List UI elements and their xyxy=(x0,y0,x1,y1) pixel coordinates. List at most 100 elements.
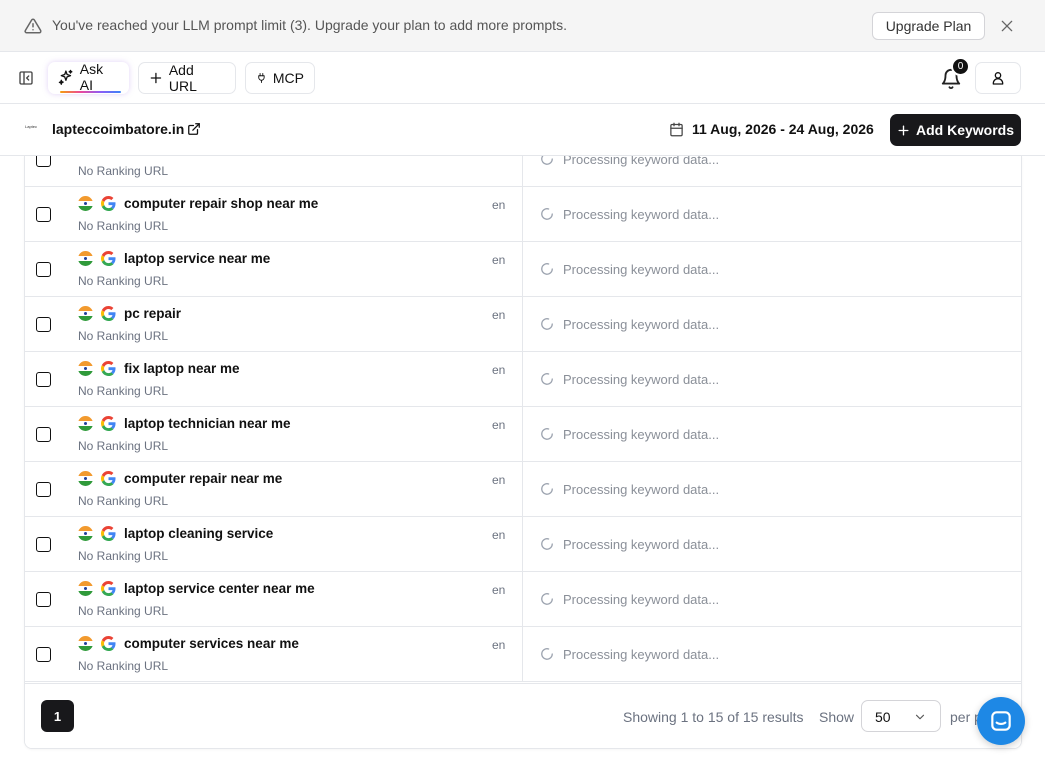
row-checkbox[interactable] xyxy=(36,592,51,607)
ask-ai-label: Ask AI xyxy=(79,61,104,93)
india-flag-icon xyxy=(78,471,93,486)
calendar-icon xyxy=(670,122,683,137)
mcp-button[interactable]: MCP xyxy=(245,62,315,94)
google-icon xyxy=(101,526,116,541)
show-label: Show xyxy=(819,709,855,725)
row-checkbox[interactable] xyxy=(36,207,51,222)
add-url-label: Add URL xyxy=(168,62,197,94)
row-checkbox[interactable] xyxy=(36,262,51,277)
plug-icon xyxy=(258,73,265,83)
india-flag-icon xyxy=(78,196,93,211)
table-row[interactable]: laptop service near me en No Ranking URL Pr… xyxy=(25,242,1021,297)
column-divider xyxy=(522,242,523,296)
banner-message: You've reached your LLM prompt limit (3)… xyxy=(52,17,567,33)
keyword-text[interactable]: pc repair xyxy=(124,306,181,321)
keyword-text[interactable]: laptop service near me xyxy=(124,251,270,266)
spinner-icon xyxy=(540,482,554,496)
chevron-down-icon xyxy=(915,714,925,720)
column-divider xyxy=(522,462,523,516)
user-menu-button[interactable] xyxy=(975,62,1021,94)
language-code: en xyxy=(492,473,506,487)
ranking-url: No Ranking URL xyxy=(78,384,169,398)
ask-ai-gradient-underline xyxy=(60,91,121,93)
row-checkbox[interactable] xyxy=(36,372,51,387)
ranking-url: No Ranking URL xyxy=(78,219,169,233)
processing-status: Processing keyword data... xyxy=(563,262,720,277)
table-row[interactable]: laptop technician near me en No Ranking UR… xyxy=(25,407,1021,462)
processing-status: Processing keyword data... xyxy=(563,317,720,332)
keyword-text[interactable]: fix laptop near me xyxy=(124,361,240,376)
keyword-text[interactable]: computer services near me xyxy=(124,636,299,651)
add-url-button[interactable]: Add URL xyxy=(138,62,236,94)
table-row[interactable]: laptop cleaning service en No Ranking URL P… xyxy=(25,517,1021,572)
keyword-text[interactable]: computer repair near me xyxy=(124,471,282,486)
spinner-icon xyxy=(540,372,554,386)
ask-ai-button[interactable]: Ask AI xyxy=(48,61,129,94)
india-flag-icon xyxy=(78,581,93,596)
site-domain[interactable]: lapteccoimbatore.in xyxy=(52,121,184,137)
spinner-icon xyxy=(540,317,554,331)
date-range-picker[interactable]: 11 Aug, 2026 - 24 Aug, 2026 xyxy=(692,121,874,137)
ranking-url: No Ranking URL xyxy=(78,604,169,618)
warning-icon xyxy=(24,18,42,34)
page-button-1[interactable]: 1 xyxy=(41,700,74,732)
processing-status: Processing keyword data... xyxy=(563,592,720,607)
google-icon xyxy=(101,471,116,486)
table-row[interactable]: pc repair en No Ranking URL Processing keyw… xyxy=(25,297,1021,352)
row-checkbox[interactable] xyxy=(36,317,51,332)
spinner-icon xyxy=(540,537,554,551)
processing-status: Processing keyword data... xyxy=(563,537,720,552)
processing-status: Processing keyword data... xyxy=(563,156,720,167)
processing-status: Processing keyword data... xyxy=(563,482,720,497)
table-row[interactable]: laptop service center near me en No Rankin… xyxy=(25,572,1021,627)
per-page-select[interactable]: 50 xyxy=(861,700,941,732)
keyword-text[interactable]: laptop service center near me xyxy=(124,581,315,596)
spinner-icon xyxy=(540,592,554,606)
user-icon xyxy=(992,72,1004,85)
google-icon xyxy=(101,306,116,321)
support-chat-button[interactable] xyxy=(977,697,1025,745)
table-row[interactable]: computer services near me en No Ranking UR… xyxy=(25,627,1021,682)
close-icon[interactable] xyxy=(999,18,1015,34)
spinner-icon xyxy=(540,262,554,276)
chat-icon xyxy=(991,711,1011,731)
add-keywords-label: Add Keywords xyxy=(915,122,1014,138)
row-checkbox[interactable] xyxy=(36,647,51,662)
row-checkbox[interactable] xyxy=(36,427,51,442)
external-link-icon[interactable] xyxy=(187,122,201,136)
ranking-url: No Ranking URL xyxy=(78,494,169,508)
spinner-icon xyxy=(540,427,554,441)
processing-status: Processing keyword data... xyxy=(563,207,720,222)
column-divider xyxy=(522,627,523,681)
column-divider xyxy=(522,352,523,406)
sidebar-toggle-icon[interactable] xyxy=(18,70,34,86)
language-code: en xyxy=(492,363,506,377)
row-checkbox[interactable] xyxy=(36,482,51,497)
table-row[interactable]: computer repair shop near me en No Ranking… xyxy=(25,187,1021,242)
row-checkbox[interactable] xyxy=(36,156,51,167)
table-row-partial[interactable]: No Ranking URL Processing keyword data... xyxy=(25,156,1021,187)
language-code: en xyxy=(492,198,506,212)
india-flag-icon xyxy=(78,526,93,541)
google-icon xyxy=(101,251,116,266)
keyword-text[interactable]: laptop cleaning service xyxy=(124,526,273,541)
google-icon xyxy=(101,416,116,431)
keyword-text[interactable]: computer repair shop near me xyxy=(124,196,318,211)
india-flag-icon xyxy=(78,251,93,266)
keywords-table: No Ranking URL Processing keyword data...… xyxy=(24,156,1022,749)
plus-icon xyxy=(898,124,909,136)
table-row[interactable]: computer repair near me en No Ranking URL P… xyxy=(25,462,1021,517)
india-flag-icon xyxy=(78,306,93,321)
row-checkbox[interactable] xyxy=(36,537,51,552)
column-divider xyxy=(522,187,523,241)
upgrade-plan-button[interactable]: Upgrade Plan xyxy=(872,12,985,40)
language-code: en xyxy=(492,528,506,542)
results-summary: Showing 1 to 15 of 15 results xyxy=(623,709,804,725)
table-row[interactable]: fix laptop near me en No Ranking URL Proces… xyxy=(25,352,1021,407)
language-code: en xyxy=(492,583,506,597)
ranking-url: No Ranking URL xyxy=(78,659,169,673)
add-keywords-button[interactable]: Add Keywords xyxy=(890,114,1021,146)
spinner-icon xyxy=(540,156,554,166)
keyword-text[interactable]: laptop technician near me xyxy=(124,416,291,431)
india-flag-icon xyxy=(78,361,93,376)
